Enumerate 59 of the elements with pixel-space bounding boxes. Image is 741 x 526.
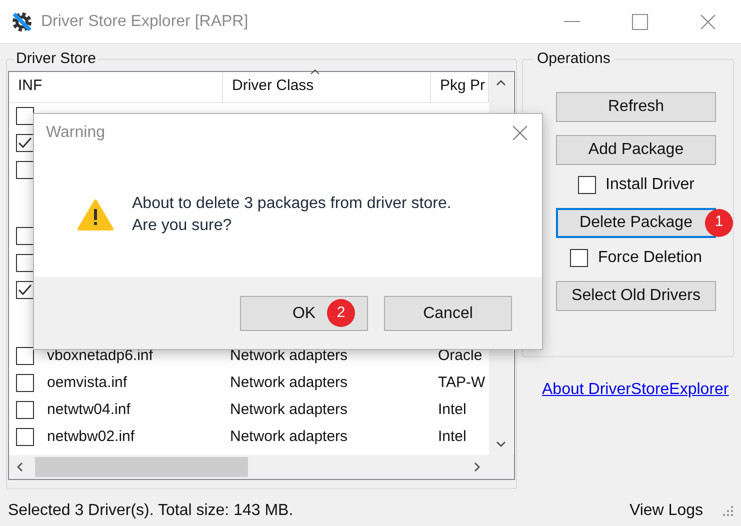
action-button[interactable]: Select Old Drivers bbox=[556, 280, 716, 310]
checkbox[interactable] bbox=[16, 401, 34, 419]
checkbox-label: Force Deletion bbox=[598, 248, 702, 268]
about-link[interactable]: About DriverStoreExplorer bbox=[542, 378, 734, 402]
column-header[interactable]: Driver Class bbox=[223, 72, 431, 102]
dialog-title: Warning bbox=[46, 123, 105, 143]
checkbox-label: Install Driver bbox=[606, 174, 694, 194]
table-cell: Intel bbox=[438, 400, 466, 418]
number-badge: 1 bbox=[705, 208, 733, 236]
table-cell: Network adapters bbox=[230, 428, 348, 445]
close-button[interactable] bbox=[510, 123, 530, 143]
table-cell: TAP-W bbox=[438, 374, 486, 391]
table-cell-text: vboxnetadp6.inf bbox=[47, 346, 153, 366]
warning-icon bbox=[77, 198, 114, 230]
action-button[interactable]: Refresh bbox=[556, 92, 716, 122]
action-button[interactable]: Add Package bbox=[556, 134, 716, 164]
close-icon bbox=[700, 14, 716, 30]
gear-wrench-icon bbox=[10, 10, 34, 34]
table-cell: Network adapters bbox=[230, 374, 348, 391]
checkbox[interactable] bbox=[16, 161, 34, 179]
dialog-button[interactable]: Cancel bbox=[384, 296, 512, 331]
status-text: Selected 3 Driver(s). Total size: 143 MB. bbox=[8, 500, 294, 520]
resize-grip-icon[interactable] bbox=[723, 506, 733, 516]
column-header[interactable]: INF bbox=[9, 72, 223, 102]
scroll-right-icon[interactable] bbox=[474, 462, 480, 472]
checkbox[interactable] bbox=[16, 374, 34, 392]
group-label: Driver Store bbox=[15, 49, 98, 69]
view-logs-link[interactable]: View Logs bbox=[629, 498, 703, 522]
option-checkbox[interactable]: Force Deletion bbox=[570, 248, 702, 268]
checkbox[interactable] bbox=[16, 347, 34, 365]
table-cell-text: netwtw04.inf bbox=[47, 400, 130, 420]
checkbox[interactable] bbox=[16, 227, 34, 245]
checkbox[interactable] bbox=[16, 254, 34, 272]
close-icon bbox=[512, 125, 528, 141]
checkbox[interactable] bbox=[16, 281, 34, 299]
action-button[interactable]: Delete Package bbox=[556, 208, 716, 238]
scrollbar-thumb[interactable] bbox=[35, 456, 248, 476]
table-cell: Intel bbox=[438, 428, 466, 445]
scroll-up-icon[interactable] bbox=[496, 80, 506, 86]
table-cell-text: oemvista.inf bbox=[47, 372, 128, 393]
checkbox[interactable] bbox=[16, 134, 34, 152]
table-cell-text: netwbw02.inf bbox=[47, 426, 135, 447]
checkbox[interactable] bbox=[16, 428, 34, 446]
table-cell: Network adapters bbox=[230, 400, 348, 418]
dialog-message: About to delete 3 packages from driver store. Are you sure? bbox=[132, 194, 452, 236]
minimize-icon bbox=[564, 20, 580, 22]
horizontal-scrollbar[interactable] bbox=[9, 454, 514, 478]
group-label: Operations bbox=[536, 49, 612, 69]
checkbox[interactable] bbox=[578, 176, 596, 194]
scroll-left-icon[interactable] bbox=[17, 462, 23, 472]
sort-caret-icon bbox=[310, 69, 320, 76]
maximize-icon bbox=[632, 14, 648, 30]
option-checkbox[interactable]: Install Driver bbox=[578, 174, 694, 194]
table-cell: Oracle bbox=[438, 346, 482, 364]
scroll-down-icon[interactable] bbox=[496, 440, 506, 446]
table-cell: Network adapters bbox=[230, 346, 348, 364]
checkbox[interactable] bbox=[16, 107, 34, 125]
window-title: Driver Store Explorer [RAPR] bbox=[41, 12, 248, 32]
checkbox[interactable] bbox=[570, 248, 588, 266]
